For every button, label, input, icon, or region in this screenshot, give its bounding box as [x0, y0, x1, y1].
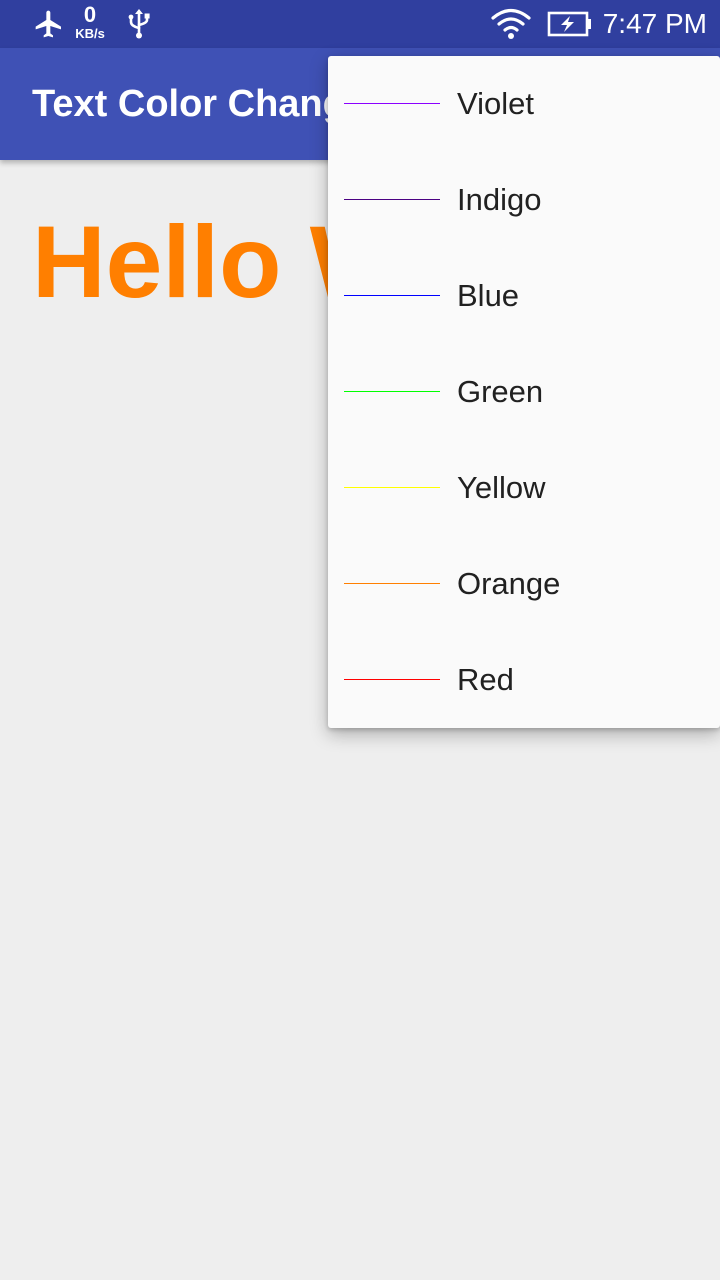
color-line-indigo [344, 199, 440, 200]
menu-item-label: Indigo [457, 182, 542, 217]
color-line-blue [344, 295, 440, 296]
status-bar: 0 KB/s 7:47 PM [0, 0, 720, 48]
color-line-orange [344, 583, 440, 584]
color-line-green [344, 391, 440, 392]
color-line-violet [344, 103, 440, 104]
menu-item-red[interactable]: Red [328, 632, 720, 728]
menu-item-yellow[interactable]: Yellow [328, 440, 720, 536]
menu-item-violet[interactable]: Violet [328, 56, 720, 152]
usb-icon [126, 0, 152, 48]
menu-item-label: Violet [457, 86, 534, 121]
network-speed: 0 KB/s [70, 2, 110, 41]
menu-item-label: Blue [457, 278, 520, 313]
battery-charging-icon [547, 0, 593, 48]
color-line-yellow [344, 487, 440, 488]
airplane-mode-icon [33, 0, 65, 48]
menu-item-label: Yellow [457, 470, 546, 505]
menu-item-orange[interactable]: Orange [328, 536, 720, 632]
menu-item-green[interactable]: Green [328, 344, 720, 440]
menu-item-indigo[interactable]: Indigo [328, 152, 720, 248]
network-speed-unit: KB/s [75, 26, 105, 41]
menu-item-label: Green [457, 374, 544, 409]
menu-item-label: Orange [457, 566, 561, 601]
menu-item-label: Red [457, 662, 514, 697]
menu-item-blue[interactable]: Blue [328, 248, 720, 344]
status-clock: 7:47 PM [602, 8, 707, 39]
color-line-red [344, 679, 440, 680]
color-menu: Violet Indigo Blue Green Yellow Orange R… [328, 56, 720, 728]
wifi-icon [490, 0, 532, 48]
network-speed-value: 0 [83, 2, 97, 27]
